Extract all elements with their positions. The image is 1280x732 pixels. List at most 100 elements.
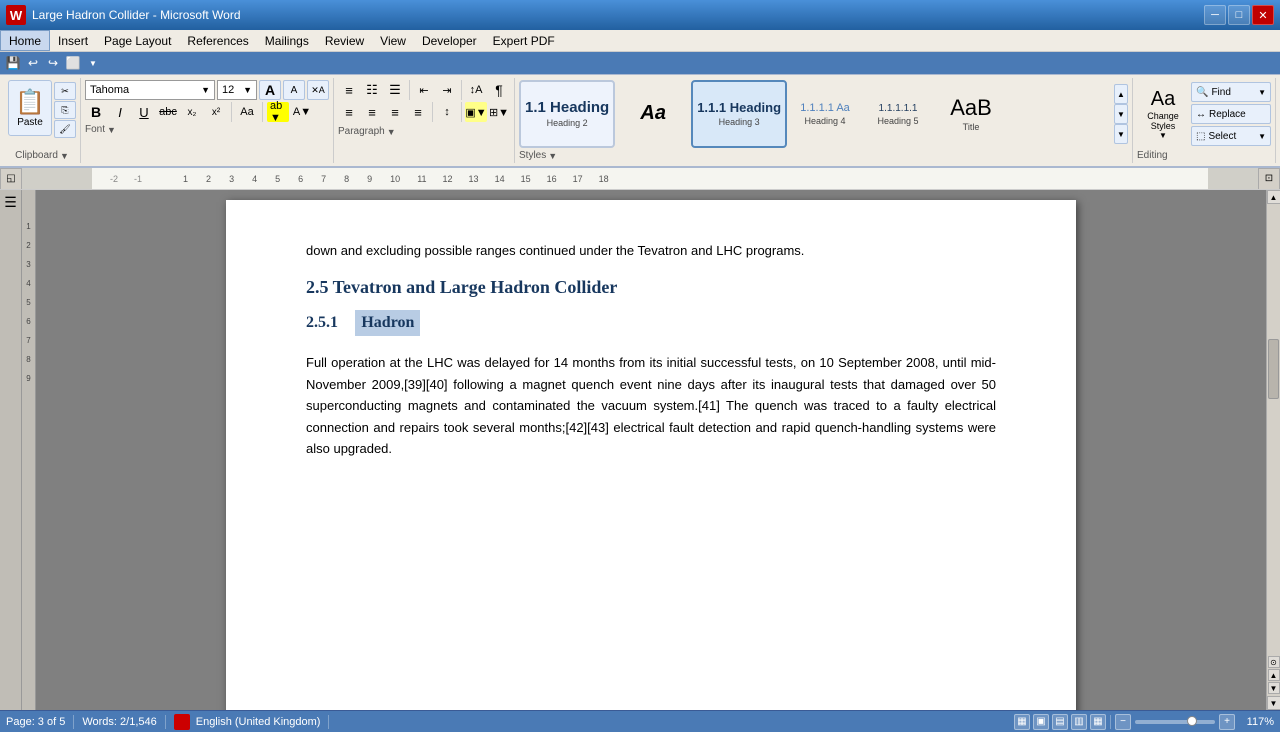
maximize-button[interactable]: □ <box>1228 5 1250 25</box>
close-button[interactable]: ✕ <box>1252 5 1274 25</box>
underline-button[interactable]: U <box>133 102 155 122</box>
style-heading3-button[interactable]: 1.1.1 Heading Heading 3 <box>691 80 787 148</box>
styles-scroll-more[interactable]: ▼ <box>1114 124 1128 144</box>
doc-area: 1 2 3 4 5 6 7 8 9 down and excluding pos… <box>22 190 1280 710</box>
qa-dropdown[interactable]: ▼ <box>84 54 102 72</box>
zoom-level: 117% <box>1239 716 1274 728</box>
menu-expert-pdf[interactable]: Expert PDF <box>485 30 563 51</box>
highlight-button[interactable]: ab ▼ <box>267 102 289 122</box>
font-name-dropdown[interactable]: Tahoma▼ <box>85 80 215 100</box>
style-h3-label: Heading 3 <box>719 117 760 127</box>
borders-button[interactable]: ⊞▼ <box>488 102 510 122</box>
qa-extra[interactable]: ⬜ <box>64 54 82 72</box>
sidebar-btn-1[interactable]: ☰ <box>3 194 19 210</box>
zoom-slider[interactable] <box>1135 720 1215 724</box>
multilevel-button[interactable]: ☰ <box>384 80 406 100</box>
font-size-input[interactable]: 12▼ <box>217 80 257 100</box>
paste-icon: 📋 <box>15 88 45 117</box>
line-spacing-button[interactable]: ↕ <box>436 102 458 122</box>
menu-developer[interactable]: Developer <box>414 30 485 51</box>
scrollbar-select-btn[interactable]: ⊙ <box>1268 656 1280 668</box>
numbering-button[interactable]: ☷ <box>361 80 383 100</box>
bold-button[interactable]: B <box>85 102 107 122</box>
replace-label: Replace <box>1209 109 1246 120</box>
scrollbar-thumb[interactable] <box>1268 339 1279 399</box>
menu-references[interactable]: References <box>179 30 256 51</box>
vruler-5: 5 <box>26 298 30 307</box>
menu-insert[interactable]: Insert <box>50 30 96 51</box>
ruler-corner-btn[interactable]: ◱ <box>0 168 22 190</box>
scrollbar-up-btn[interactable]: ▲ <box>1267 190 1280 204</box>
shading-button[interactable]: ▣▼ <box>465 102 487 122</box>
styles-scroll-down[interactable]: ▼ <box>1114 104 1128 124</box>
subscript-button[interactable]: x₂ <box>181 102 203 122</box>
style-heading2-button[interactable]: 1.1 Heading Heading 2 <box>519 80 615 148</box>
increase-indent-button[interactable]: ⇥ <box>436 80 458 100</box>
ruler-8: 8 <box>335 174 358 184</box>
style-heading5-button[interactable]: 1.1.1.1.1 Heading 5 <box>863 80 933 148</box>
layout-btn-2[interactable]: ▣ <box>1033 714 1049 730</box>
superscript-button[interactable]: x² <box>205 102 227 122</box>
styles-scroll-up[interactable]: ▲ <box>1114 84 1128 104</box>
scrollbar-next-btn[interactable]: ▼ <box>1268 682 1280 694</box>
select-arrow: ▼ <box>1258 132 1266 141</box>
layout-buttons: ▦ ▣ ▤ ▥ ▦ <box>1014 714 1106 730</box>
zoom-thumb[interactable] <box>1187 716 1197 726</box>
font-grow-button[interactable]: A <box>259 80 281 100</box>
replace-button[interactable]: ↔ Replace <box>1191 104 1271 124</box>
styles-row: 1.1 Heading Heading 2 Aa 1.1.1 Heading H… <box>519 80 1110 148</box>
scrollbar-down-btn[interactable]: ▼ <box>1267 696 1280 710</box>
editing-label: Editing <box>1137 150 1271 161</box>
menu-mailings[interactable]: Mailings <box>257 30 317 51</box>
minimize-button[interactable]: ─ <box>1204 5 1226 25</box>
qa-undo[interactable]: ↩ <box>24 54 42 72</box>
style-heading-italic-button[interactable]: Aa <box>618 80 688 148</box>
cut-button[interactable]: ✂ <box>54 82 76 100</box>
align-right-button[interactable]: ≡ <box>384 102 406 122</box>
find-label: Find <box>1211 87 1230 98</box>
show-marks-button[interactable]: ¶ <box>488 80 510 100</box>
justify-button[interactable]: ≡ <box>407 102 429 122</box>
replace-icon: ↔ <box>1196 109 1206 120</box>
style-title-button[interactable]: AaB Title <box>936 80 1006 148</box>
zoom-in-btn[interactable]: + <box>1219 714 1235 730</box>
layout-btn-4[interactable]: ▥ <box>1071 714 1087 730</box>
menu-view[interactable]: View <box>372 30 414 51</box>
clear-format-button[interactable]: ✕A <box>307 80 329 100</box>
menu-page-layout[interactable]: Page Layout <box>96 30 179 51</box>
heading-251-container: 2.5.1 Hadron <box>306 310 996 336</box>
align-left-button[interactable]: ≡ <box>338 102 360 122</box>
select-button[interactable]: ⬚ Select ▼ <box>1191 126 1271 146</box>
align-center-button[interactable]: ≡ <box>361 102 383 122</box>
zoom-out-btn[interactable]: − <box>1115 714 1131 730</box>
page-number: Page: 3 of 5 <box>6 716 65 728</box>
doc-scroll-area[interactable]: down and excluding possible ranges conti… <box>36 190 1266 710</box>
paste-button[interactable]: 📋 Paste <box>8 80 52 136</box>
strikethrough-button[interactable]: abc <box>157 102 179 122</box>
style-heading4-button[interactable]: 1.1.1.1 Aa Heading 4 <box>790 80 860 148</box>
style-h4-sample: 1.1.1.1 Aa <box>800 102 850 114</box>
qa-save[interactable]: 💾 <box>4 54 22 72</box>
layout-btn-1[interactable]: ▦ <box>1014 714 1030 730</box>
format-painter-button[interactable]: 🖌 <box>54 120 76 138</box>
font-color-button[interactable]: A▼ <box>291 102 313 122</box>
font-shrink-button[interactable]: A <box>283 80 305 100</box>
change-case-button[interactable]: Aa <box>236 102 258 122</box>
scrollbar-track[interactable] <box>1267 204 1280 654</box>
change-styles-button[interactable]: Aa Change Styles ▼ <box>1137 82 1189 146</box>
qa-redo[interactable]: ↪ <box>44 54 62 72</box>
bullets-button[interactable]: ≡ <box>338 80 360 100</box>
para-divider2 <box>461 80 462 100</box>
layout-btn-3[interactable]: ▤ <box>1052 714 1068 730</box>
decrease-indent-button[interactable]: ⇤ <box>413 80 435 100</box>
ruler-right-btn[interactable]: ⊡ <box>1258 168 1280 190</box>
sort-button[interactable]: ↕A <box>465 80 487 100</box>
intro-paragraph: down and excluding possible ranges conti… <box>306 240 996 261</box>
layout-btn-5[interactable]: ▦ <box>1090 714 1106 730</box>
menu-review[interactable]: Review <box>317 30 372 51</box>
menu-home[interactable]: Home <box>0 30 50 51</box>
copy-button[interactable]: ⎘ <box>54 101 76 119</box>
scrollbar-prev-btn[interactable]: ▲ <box>1268 669 1280 681</box>
find-button[interactable]: 🔍 Find ▼ <box>1191 82 1271 102</box>
italic-button[interactable]: I <box>109 102 131 122</box>
